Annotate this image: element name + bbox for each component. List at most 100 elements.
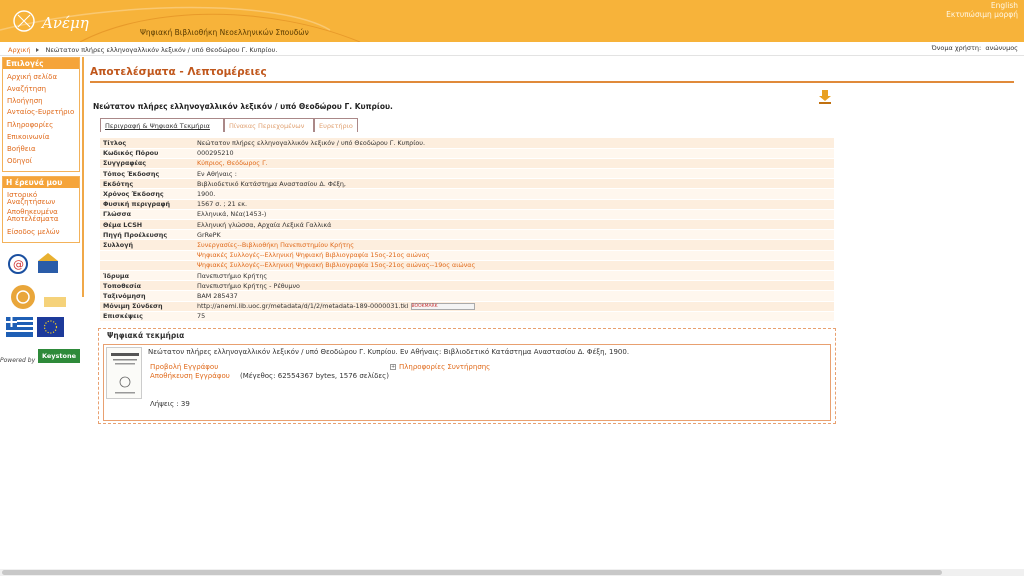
metadata-row: Συγγραφέας Κύπριος, Θεόδωρος Γ. [100,158,834,170]
sidebar-item-search[interactable]: Αναζήτηση [7,83,75,95]
metadata-row: Ψηφιακές Συλλογές--Ελληνική Ψηφιακή Βιβλ… [100,260,834,271]
research-box: Η έρευνά μου Ιστορικό Αναζητήσεων Αποθηκ… [2,175,80,243]
bookmark-button[interactable]: BOOKMARK [410,302,475,310]
sidebar-item-contact[interactable]: Επικοινωνία [7,131,75,143]
digital-library-logo[interactable] [8,283,68,313]
metadata-value-cell: Πανεπιστήμιο Κρήτης [194,270,834,282]
scrollbar-thumb[interactable] [2,570,942,575]
sidebar-item-home[interactable]: Αρχική σελίδα [7,71,75,83]
powered-by-label: Powered by [0,357,36,364]
digital-items-section: Ψηφιακά τεκμήρια Νεώτατον πλήρες ελληνογ… [98,328,836,424]
metadata-value-cell: BAM 285437 [194,290,834,302]
preservation-info[interactable]: + Πληροφορίες Συντήρησης [390,363,490,371]
breadcrumb-home[interactable]: Αρχική [8,46,30,54]
flags-logo [6,317,64,337]
metadata-label: Τόπος Έκδοσης [100,168,194,180]
metadata-value-cell: Εν Αθήναις : [194,168,834,180]
metadata-link[interactable]: Ψηφιακές Συλλογές--Ελληνική Ψηφιακή Βιβλ… [197,251,430,259]
sidebar-item-antaios[interactable]: Ανταίος-Ευρετήριο [7,108,75,117]
metadata-value: http://anemi.lib.uoc.gr/metadata/d/1/2/m… [197,302,409,311]
preservation-link[interactable]: Πληροφορίες Συντήρησης [399,363,490,371]
metadata-label: Χρόνος Έκδοσης [100,188,194,200]
metadata-label: Γλώσσα [100,209,194,221]
download-document-link[interactable]: Αποθήκευση Εγγράφου [150,372,230,380]
sidebar-item-browse[interactable]: Πλοήγηση [7,95,75,107]
options-title: Επιλογές [3,58,79,69]
logo-text: Ανέμη [42,14,89,32]
sidebar-item-info[interactable]: Πληροφορίες [7,119,75,131]
tab-index[interactable]: Ευρετήριο [314,118,358,132]
metadata-value-cell: 000295210 [194,148,834,159]
digital-items-title: Ψηφιακά τεκμήρια [107,331,185,340]
metadata-row: Συλλογή Συνεργασίες--Βιβλιοθήκη Πανεπιστη… [100,239,834,251]
metadata-row: Γλώσσα Ελληνικά, Νέα(1453-) [100,209,834,221]
sidebar-item-saved[interactable]: Αποθηκευμένα Αποτελέσματα [7,208,75,224]
metadata-value: Ελληνικά, Νέα(1453-) [197,210,267,219]
site-title: Ψηφιακή Βιβλιοθήκη Νεοελληνικών Σπουδών [140,28,309,37]
metadata-row: Επισκέψεις 75 [100,311,834,322]
metadata-row: Πηγή Προέλευσης GrRePK [100,229,834,241]
breadcrumb-current: Νεώτατον πλήρες ελληνογαλλικόν λεξικόν /… [45,46,278,54]
metadata-row: Χρόνος Έκδοσης 1900. [100,188,834,200]
document-thumbnail[interactable] [106,347,142,399]
metadata-value: 75 [197,312,206,321]
metadata-row: Ψηφιακές Συλλογές--Ελληνική Ψηφιακή Βιβλ… [100,250,834,261]
breadcrumb-arrow-icon [36,48,40,52]
metadata-label [100,260,194,271]
metadata-label: Εκδότης [100,178,194,190]
metadata-row: Εκδότης Βιβλιοδετικό Κατάστημα Αναστασίου… [100,178,834,190]
metadata-row: Τοποθεσία Πανεπιστήμιο Κρήτης - Ρέθυμνο [100,280,834,292]
metadata-value: Βιβλιοδετικό Κατάστημα Αναστασίου Δ. Φέξ… [197,179,346,188]
user-label: Όνομα χρήστη: [931,44,982,52]
metadata-row: Ταξινόμηση BAM 285437 [100,290,834,302]
metadata-row: Τόπος Έκδοσης Εν Αθήναις : [100,168,834,180]
metadata-link[interactable]: Συνεργασίες--Βιβλιοθήκη Πανεπιστημίου Κρ… [197,241,354,249]
metadata-label: Συγγραφέας [100,158,194,170]
metadata-value-cell: Ψηφιακές Συλλογές--Ελληνική Ψηφιακή Βιβλ… [194,250,834,261]
user-name: ανώνυμος [985,44,1018,52]
metadata-value-cell: http://anemi.lib.uoc.gr/metadata/d/1/2/m… [194,301,834,312]
main-content: Αποτελέσματα - Λεπτομέρειες Νεώτατον πλή… [90,66,1014,424]
sidebar-item-history[interactable]: Ιστορικό Αναζητήσεων [7,191,75,207]
site-logo[interactable]: Ανέμη [10,6,90,36]
sidebar-divider [82,57,84,297]
horizontal-scrollbar[interactable] [0,569,1024,576]
metadata-value-cell: 75 [194,311,834,322]
metadata-value-cell: Ελληνικά, Νέα(1453-) [194,209,834,221]
metadata-value-cell: Συνεργασίες--Βιβλιοθήκη Πανεπιστημίου Κρ… [194,239,834,251]
metadata-value: Πανεπιστήμιο Κρήτης - Ρέθυμνο [197,281,300,290]
english-link[interactable]: English [946,1,1018,10]
metadata-row: Ίδρυμα Πανεπιστήμιο Κρήτης [100,270,834,282]
metadata-link[interactable]: Κύπριος, Θεόδωρος Γ. [197,159,268,167]
download-icon[interactable] [819,90,831,104]
metadata-label [100,250,194,261]
print-link[interactable]: Εκτυπώσιμη μορφή [946,10,1018,19]
tab-contents[interactable]: Πίνακας Περιεχομένων [224,118,314,132]
metadata-label: Φυσική περιγραφή [100,199,194,210]
svg-text:@: @ [13,258,24,271]
info-society-logo[interactable]: @ [6,253,32,275]
metadata-label: Συλλογή [100,239,194,251]
record-tabs: Περιγραφή & Ψηφιακά Τεκμήρια Πίνακας Περ… [100,118,358,132]
sidebar-item-guides[interactable]: Οδηγοί [7,155,75,167]
metadata-value: 1900. [197,190,216,199]
metadata-value: Ελληνική γλώσσα, Αρχαία Λεξικά Γαλλικά [197,220,332,229]
breadcrumb: Αρχική Νεώτατον πλήρες ελληνογαλλικόν λεξ… [8,46,277,54]
metadata-label: Μόνιμη Σύνδεση [100,301,194,312]
expand-icon[interactable]: + [390,364,396,370]
metadata-value: GrRePK [197,230,221,239]
downloads-count: Λήψεις : 39 [150,400,190,408]
tab-description[interactable]: Περιγραφή & Ψηφιακά Τεκμήρια [100,118,224,132]
user-info: Όνομα χρήστη: ανώνυμος [931,44,1018,52]
sidebar-item-login[interactable]: Είσοδος μελών [7,226,75,238]
metadata-value-cell: Ψηφιακές Συλλογές--Ελληνική Ψηφιακή Βιβλ… [194,260,834,271]
metadata-value-cell: Κύπριος, Θεόδωρος Γ. [194,158,834,170]
metadata-value-cell: GrRePK [194,229,834,241]
metadata-link[interactable]: Ψηφιακές Συλλογές--Ελληνική Ψηφιακή Βιβλ… [197,261,475,269]
metadata-row: Μόνιμη Σύνδεση http://anemi.lib.uoc.gr/me… [100,301,834,312]
view-document-link[interactable]: Προβολή Εγγράφου [150,363,218,371]
keystone-logo[interactable]: Keystone [38,349,80,363]
metadata-label: Κωδικός Πόρου [100,148,194,159]
sidebar-item-help[interactable]: Βοήθεια [7,143,75,155]
eu-program-logo[interactable] [36,253,60,277]
